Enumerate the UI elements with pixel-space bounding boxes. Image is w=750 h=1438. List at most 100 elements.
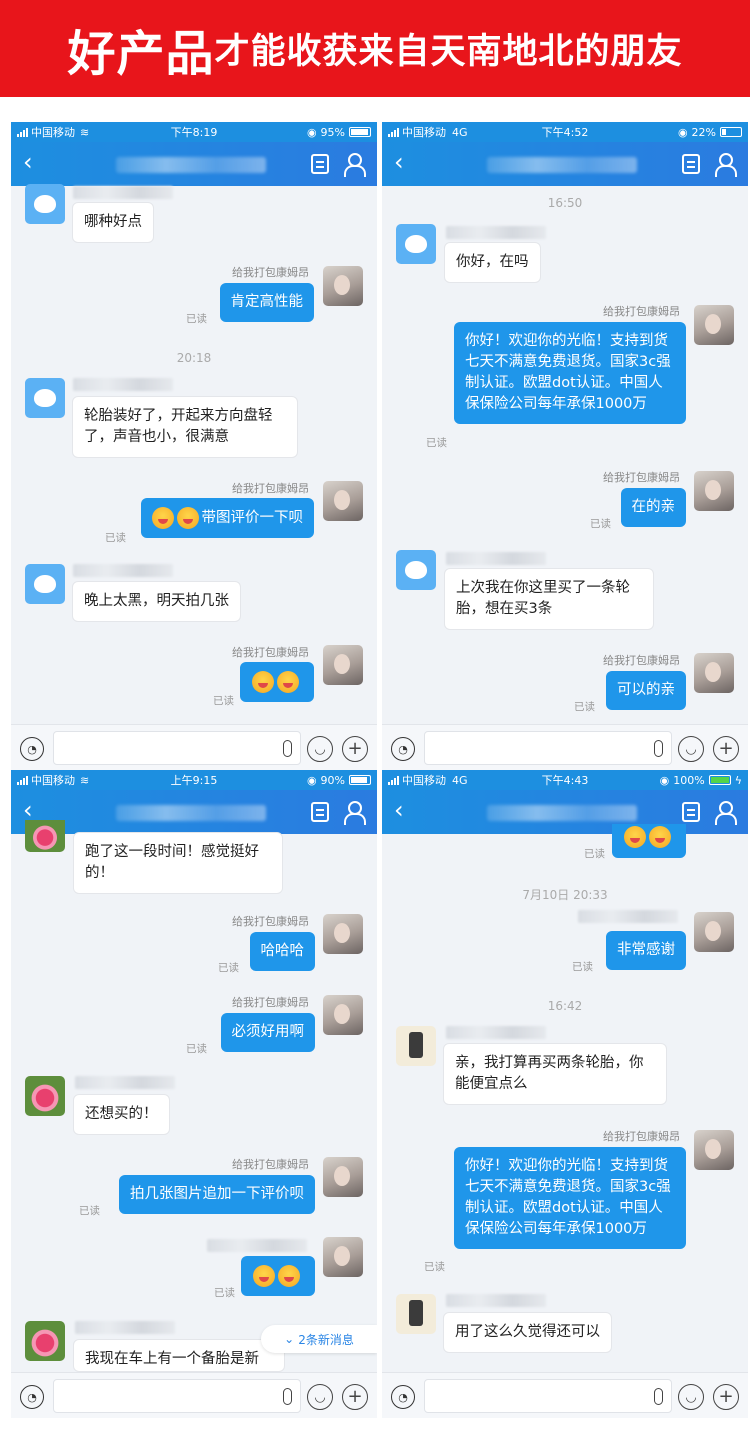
avatar[interactable] bbox=[323, 1157, 363, 1197]
avatar[interactable] bbox=[323, 481, 363, 521]
alarm-icon: ◉ bbox=[659, 773, 670, 787]
back-icon[interactable]: ‹ bbox=[23, 150, 33, 174]
avatar[interactable] bbox=[396, 224, 436, 264]
plus-icon[interactable]: + bbox=[342, 1384, 368, 1410]
message-bubble[interactable]: 晚上太黑，明天拍几张 bbox=[72, 581, 241, 622]
message-bubble[interactable]: 可以的亲 bbox=[606, 671, 686, 710]
avatar[interactable] bbox=[25, 564, 65, 604]
avatar[interactable] bbox=[25, 820, 65, 852]
message-bubble[interactable]: 在的亲 bbox=[620, 488, 686, 527]
sender-name-blurred bbox=[578, 910, 678, 923]
battery-icon bbox=[349, 127, 371, 137]
plus-icon[interactable]: + bbox=[713, 1384, 739, 1410]
message-bubble[interactable]: 带图评价一下呗 bbox=[140, 498, 314, 538]
avatar[interactable] bbox=[323, 1237, 363, 1277]
read-receipt: 已读 bbox=[426, 437, 447, 449]
avatar[interactable] bbox=[396, 1294, 436, 1334]
emoji-icon[interactable]: ◡ bbox=[307, 736, 333, 762]
new-messages-pill[interactable]: ⌄ 2条新消息 bbox=[261, 1325, 377, 1353]
avatar[interactable] bbox=[25, 184, 65, 224]
message-bubble[interactable] bbox=[612, 824, 686, 858]
message-bubble[interactable]: 还想买的！ bbox=[73, 1094, 170, 1135]
avatar[interactable] bbox=[396, 1026, 436, 1066]
clock: 下午4:43 bbox=[541, 774, 589, 787]
message-bubble[interactable] bbox=[241, 1256, 315, 1296]
grin-emoji-icon bbox=[649, 826, 671, 848]
document-icon[interactable] bbox=[682, 802, 700, 822]
message-input[interactable] bbox=[424, 731, 672, 765]
profile-icon[interactable] bbox=[714, 800, 737, 825]
avatar[interactable] bbox=[694, 1130, 734, 1170]
sender-name-blurred bbox=[73, 186, 173, 199]
wifi-icon: ≋ bbox=[80, 773, 90, 787]
avatar[interactable] bbox=[25, 378, 65, 418]
battery-label: 100% bbox=[673, 773, 705, 787]
message-input[interactable] bbox=[424, 1379, 672, 1413]
alarm-icon: ◉ bbox=[306, 125, 317, 139]
voice-icon[interactable]: ◔ bbox=[391, 1385, 415, 1409]
avatar[interactable] bbox=[694, 471, 734, 511]
message-bubble[interactable]: 你好，在吗 bbox=[444, 242, 541, 283]
profile-icon[interactable] bbox=[714, 152, 737, 177]
mic-icon[interactable] bbox=[283, 1388, 292, 1405]
document-icon[interactable] bbox=[311, 802, 329, 822]
message-bubble[interactable]: 跑了这一段时间！感觉挺好的！ bbox=[73, 832, 283, 894]
back-icon[interactable]: ‹ bbox=[394, 150, 404, 174]
message-bubble[interactable]: 拍几张图片追加一下评价呗 bbox=[119, 1175, 315, 1214]
avatar[interactable] bbox=[323, 645, 363, 685]
sender-name-blurred bbox=[73, 378, 173, 391]
back-icon[interactable]: ‹ bbox=[394, 798, 404, 822]
voice-icon[interactable]: ◔ bbox=[391, 737, 415, 761]
plus-icon[interactable]: + bbox=[713, 736, 739, 762]
agent-name: 给我打包康姆昂 bbox=[603, 654, 680, 667]
message-bubble[interactable]: 哈哈哈 bbox=[249, 932, 315, 971]
voice-icon[interactable]: ◔ bbox=[20, 737, 44, 761]
clock: 下午4:52 bbox=[541, 126, 589, 139]
mic-icon[interactable] bbox=[654, 1388, 663, 1405]
grin-emoji-icon bbox=[151, 507, 174, 529]
sender-name-blurred bbox=[446, 226, 546, 239]
emoji-icon[interactable]: ◡ bbox=[678, 736, 704, 762]
back-icon[interactable]: ‹ bbox=[23, 798, 33, 822]
timestamp: 16:42 bbox=[547, 999, 583, 1013]
agent-name: 给我打包康姆昂 bbox=[232, 996, 309, 1009]
message-bubble[interactable]: 哪种好点 bbox=[72, 202, 154, 243]
message-bubble[interactable]: 肯定高性能 bbox=[219, 283, 314, 322]
message-bubble[interactable]: 轮胎装好了，开起来方向盘轻了，声音也小，很满意 bbox=[72, 396, 298, 458]
document-icon[interactable] bbox=[682, 154, 700, 174]
avatar[interactable] bbox=[323, 266, 363, 306]
avatar[interactable] bbox=[25, 1321, 65, 1361]
message-input[interactable] bbox=[53, 731, 301, 765]
emoji-icon[interactable]: ◡ bbox=[678, 1384, 704, 1410]
message-bubble[interactable]: 我现在车上有一个备胎是新 bbox=[73, 1339, 285, 1372]
message-bubble[interactable]: 亲，我打算再买两条轮胎，你能便宜点么 bbox=[443, 1043, 667, 1105]
read-receipt: 已读 bbox=[584, 848, 605, 860]
message-bubble[interactable]: 必须好用啊 bbox=[220, 1013, 315, 1052]
document-icon[interactable] bbox=[311, 154, 329, 174]
avatar[interactable] bbox=[694, 912, 734, 952]
timestamp: 20:18 bbox=[176, 351, 212, 365]
emoji-icon[interactable]: ◡ bbox=[307, 1384, 333, 1410]
message-bubble[interactable]: 你好！欢迎你的光临！支持到货七天不满意免费退货。国家3c强制认证。欧盟dot认证… bbox=[454, 1147, 686, 1249]
mic-icon[interactable] bbox=[654, 740, 663, 757]
avatar[interactable] bbox=[694, 305, 734, 345]
message-bubble[interactable]: 上次我在你这里买了一条轮胎，想在买3条 bbox=[444, 568, 654, 630]
profile-icon[interactable] bbox=[343, 152, 366, 177]
avatar[interactable] bbox=[396, 550, 436, 590]
signal-icon bbox=[17, 775, 28, 785]
avatar[interactable] bbox=[323, 995, 363, 1035]
avatar[interactable] bbox=[694, 653, 734, 693]
kiss-emoji-icon bbox=[252, 671, 274, 693]
plus-icon[interactable]: + bbox=[342, 736, 368, 762]
message-bubble[interactable]: 非常感谢 bbox=[606, 931, 686, 970]
profile-icon[interactable] bbox=[343, 800, 366, 825]
avatar[interactable] bbox=[25, 1076, 65, 1116]
voice-icon[interactable]: ◔ bbox=[20, 1385, 44, 1409]
message-bubble[interactable] bbox=[240, 662, 314, 702]
mic-icon[interactable] bbox=[283, 740, 292, 757]
message-input[interactable] bbox=[53, 1379, 301, 1413]
message-bubble[interactable]: 用了这么久觉得还可以 bbox=[443, 1312, 612, 1353]
message-bubble[interactable]: 你好！欢迎你的光临！支持到货七天不满意免费退货。国家3c强制认证。欧盟dot认证… bbox=[454, 322, 686, 424]
avatar[interactable] bbox=[323, 914, 363, 954]
chat-screenshot-3: 中国移动 ≋ 上午9:15 ◉ 90% ‹ 跑了这一段时间！感觉挺好的！ 给我打包… bbox=[11, 770, 377, 1418]
